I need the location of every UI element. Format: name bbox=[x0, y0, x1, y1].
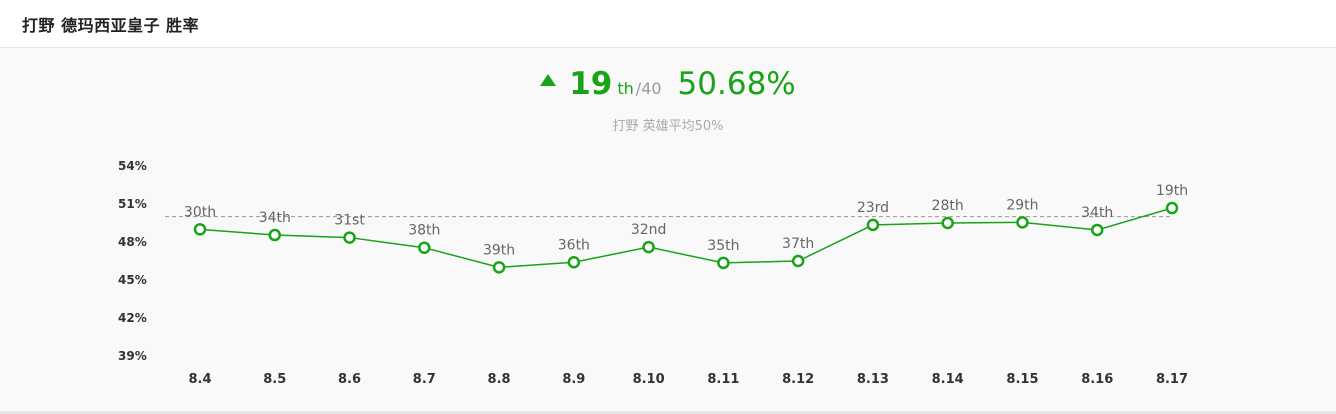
x-tick-label: 8.16 bbox=[1081, 372, 1113, 387]
rank-data-label: 39th bbox=[483, 242, 515, 258]
x-tick-label: 8.17 bbox=[1156, 372, 1188, 387]
x-tick-label: 8.9 bbox=[562, 372, 585, 387]
x-tick-label: 8.6 bbox=[338, 372, 361, 387]
y-tick-label: 45% bbox=[118, 273, 147, 287]
win-rate-line-chart: 54% 51% 48% 45% 42% 39% 8.4 8.5 8.6 8.7 8.8 8.9 8.10… bbox=[118, 159, 1188, 387]
x-tick-label: 8.13 bbox=[857, 372, 889, 387]
x-tick-label: 8.15 bbox=[1006, 372, 1038, 387]
rank-data-label: 28th bbox=[932, 198, 964, 214]
data-point[interactable] bbox=[1016, 216, 1029, 229]
x-tick-label: 8.14 bbox=[932, 372, 964, 387]
y-tick-label: 42% bbox=[118, 311, 147, 325]
x-tick-label: 8.4 bbox=[188, 372, 211, 387]
data-point[interactable] bbox=[866, 218, 880, 232]
data-point[interactable] bbox=[1090, 223, 1104, 237]
rank-data-label: 29th bbox=[1006, 197, 1038, 213]
data-point[interactable] bbox=[193, 223, 207, 236]
rank-data-label: 35th bbox=[707, 238, 739, 254]
data-point[interactable] bbox=[343, 231, 356, 244]
data-point[interactable] bbox=[418, 241, 431, 254]
rank-data-label: 31st bbox=[334, 213, 365, 229]
y-tick-label: 48% bbox=[118, 235, 147, 249]
rank-data-label: 32nd bbox=[631, 222, 667, 238]
data-point[interactable] bbox=[717, 256, 730, 270]
y-tick-label: 54% bbox=[118, 159, 147, 173]
rank-data-label: 34th bbox=[259, 210, 291, 226]
rank-data-label: 19th bbox=[1156, 183, 1188, 199]
data-point[interactable] bbox=[941, 216, 954, 230]
y-tick-label: 51% bbox=[118, 197, 147, 211]
y-tick-label: 39% bbox=[118, 349, 147, 363]
x-tick-label: 8.10 bbox=[633, 372, 665, 387]
data-point[interactable] bbox=[567, 256, 581, 269]
rank-data-label: 30th bbox=[184, 204, 216, 220]
data-point[interactable] bbox=[268, 228, 282, 242]
rank-data-label: 23rd bbox=[857, 200, 889, 216]
x-tick-label: 8.7 bbox=[413, 372, 436, 387]
x-tick-label: 8.5 bbox=[263, 372, 286, 387]
rank-data-label: 34th bbox=[1081, 205, 1113, 221]
rank-data-label: 37th bbox=[782, 236, 814, 252]
data-point[interactable] bbox=[492, 261, 506, 274]
data-point[interactable] bbox=[642, 240, 655, 254]
x-tick-label: 8.12 bbox=[782, 372, 814, 387]
x-tick-label: 8.8 bbox=[488, 372, 511, 387]
data-point[interactable] bbox=[1165, 201, 1179, 215]
data-point[interactable] bbox=[791, 254, 805, 268]
rank-data-label: 38th bbox=[408, 223, 440, 239]
x-tick-label: 8.11 bbox=[707, 372, 739, 387]
rank-data-label: 36th bbox=[558, 237, 590, 253]
